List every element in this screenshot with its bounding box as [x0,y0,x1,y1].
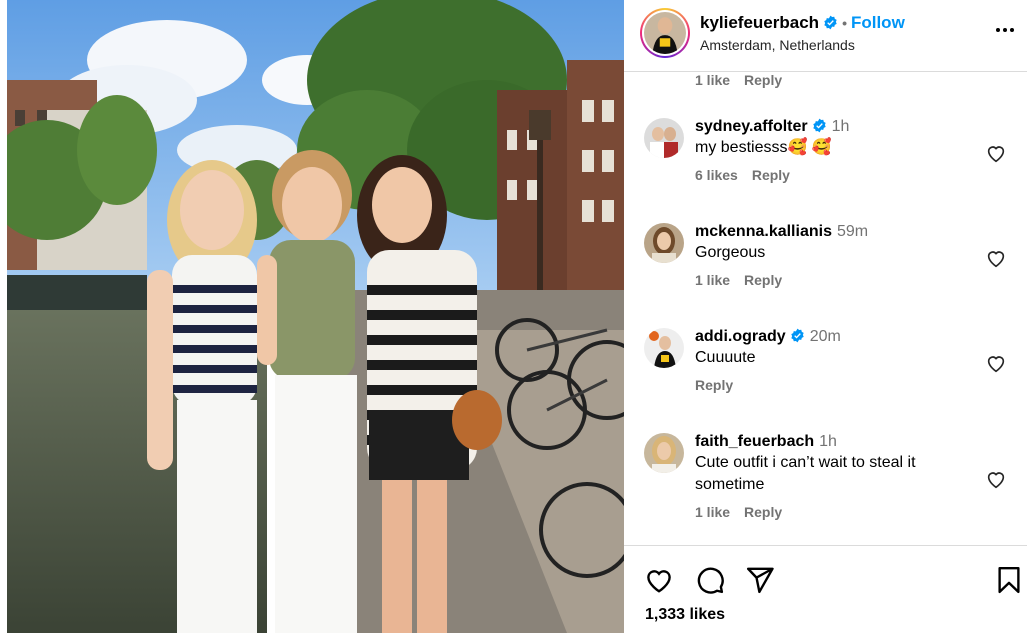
comment-icon[interactable] [695,565,725,595]
follow-button[interactable]: Follow [851,13,905,32]
comment-likes-count[interactable]: 1 like [695,272,730,288]
commenter-avatar-image [644,223,684,263]
comment-meta: Reply [695,377,985,393]
comment-likes-count[interactable]: 6 likes [695,167,738,183]
comment-text: Cute outfit i can’t wait to steal it som… [695,454,916,493]
comment-likes-count[interactable]: 1 like [695,72,730,88]
author-avatar[interactable] [640,8,690,58]
comment-text: Gorgeous [695,244,766,261]
comment-time[interactable]: 20m [810,328,841,345]
comments-list[interactable]: 1 like Reply sydney.affolter 1h my besties… [624,72,1027,546]
post-location[interactable]: Amsterdam, Netherlands [700,37,855,53]
comment-reply-button[interactable]: Reply [695,377,733,393]
commenter-avatar[interactable] [644,433,684,473]
comment-reply-button[interactable]: Reply [744,72,782,88]
commenter-avatar-image [644,433,684,473]
comment-reply-button[interactable]: Reply [744,504,782,520]
post-photo[interactable] [7,0,624,633]
comment-time[interactable]: 1h [819,433,837,450]
bookmark-icon[interactable] [994,565,1024,595]
commenter-username[interactable]: faith_feuerbach [695,433,814,450]
like-comment-heart-icon[interactable] [985,468,1007,490]
verified-badge-icon [791,328,804,343]
post-image [7,0,624,633]
post-header: kyliefeuerbach • Follow Amsterdam, Netherl… [624,0,1027,72]
like-comment-heart-icon[interactable] [985,142,1007,164]
comment-meta: 1 like Reply [695,504,985,520]
comment-time[interactable]: 59m [837,223,868,240]
commenter-username[interactable]: addi.ogrady [695,328,786,345]
comment-likes-count[interactable]: 1 like [695,504,730,520]
like-comment-heart-icon[interactable] [985,247,1007,269]
author-username[interactable]: kyliefeuerbach [700,13,819,32]
commenter-avatar-image [644,118,684,158]
share-icon[interactable] [745,565,775,595]
author-avatar-image [644,12,686,54]
comment-reply-button[interactable]: Reply [752,167,790,183]
comment-meta: 1 like Reply [695,272,985,288]
heart-icon[interactable] [644,565,674,595]
post-side-panel: kyliefeuerbach • Follow Amsterdam, Netherl… [624,0,1027,633]
more-options-icon[interactable] [993,18,1017,42]
commenter-avatar[interactable] [644,223,684,263]
commenter-avatar[interactable] [644,118,684,158]
comment-meta: 6 likes Reply [695,167,985,183]
commenter-avatar-image [644,328,684,368]
comment-meta: 1 like Reply [695,72,796,88]
comment-time[interactable]: 1h [832,118,850,135]
comment-reply-button[interactable]: Reply [744,272,782,288]
commenter-avatar[interactable] [644,328,684,368]
like-comment-heart-icon[interactable] [985,352,1007,374]
author-line: kyliefeuerbach • Follow [700,13,905,33]
post-likes-count[interactable]: 1,333 likes [645,606,725,624]
post-action-bar [624,560,1027,600]
commenter-username[interactable]: mckenna.kallianis [695,223,832,240]
separator-dot: • [842,15,847,31]
verified-badge-icon [812,118,826,133]
comment-text: my bestiesss🥰 🥰 [695,139,832,156]
verified-badge-icon [824,15,837,30]
comment-text: Cuuuute [695,349,756,366]
commenter-username[interactable]: sydney.affolter [695,118,808,135]
